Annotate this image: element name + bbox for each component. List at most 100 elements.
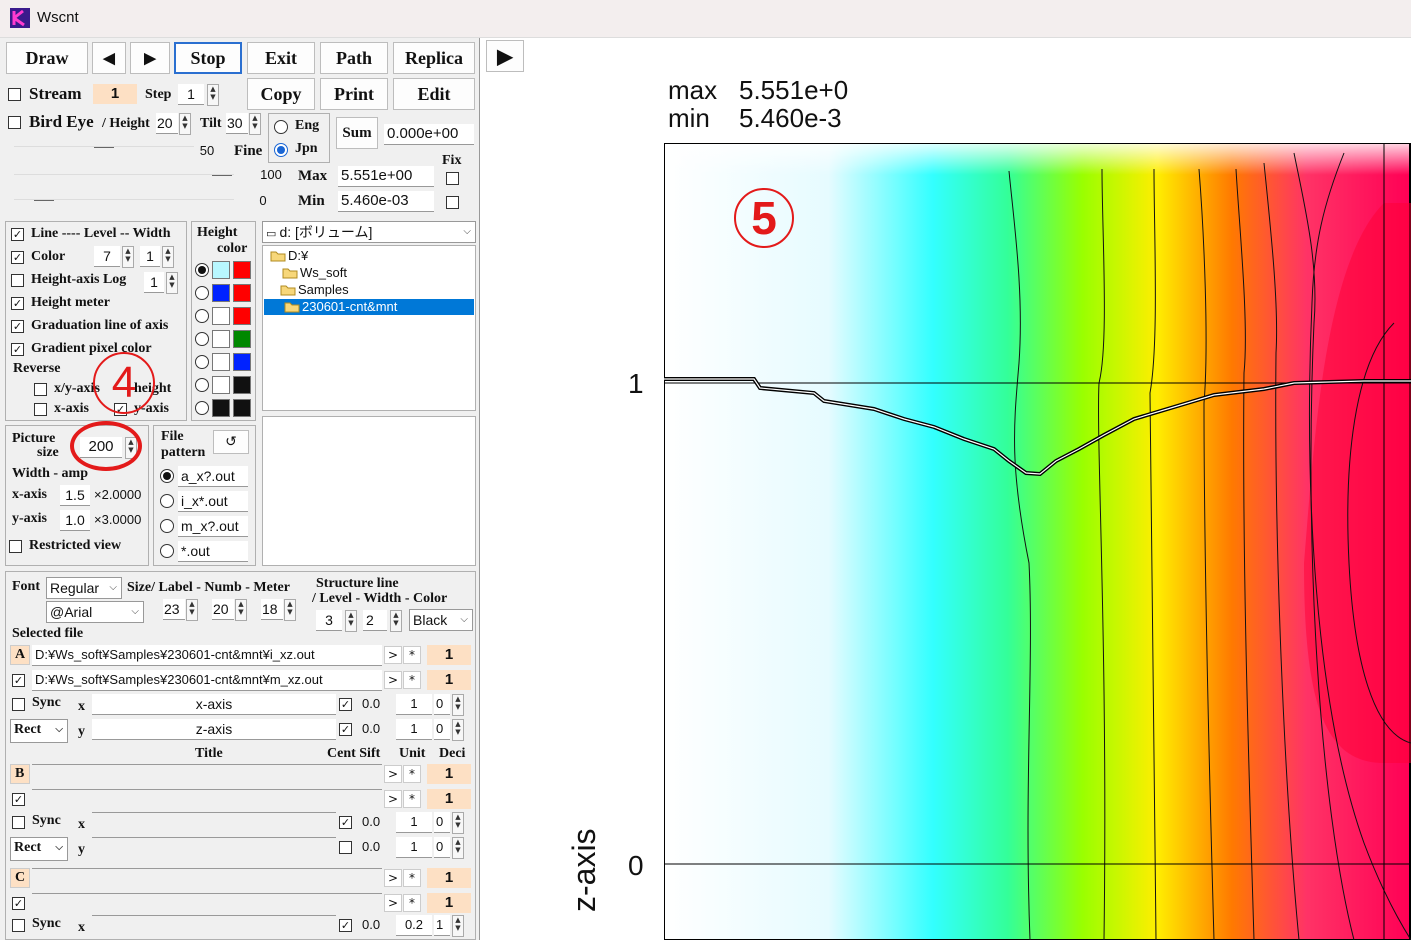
copy-button[interactable]: Copy xyxy=(247,78,315,110)
color-swatch[interactable] xyxy=(233,399,251,417)
max-slider-thumb[interactable] xyxy=(212,175,232,176)
draw-button[interactable]: Draw xyxy=(6,42,88,74)
stop-button[interactable]: Stop xyxy=(174,42,242,74)
line-checkbox[interactable]: ✓ xyxy=(11,228,24,241)
step-input[interactable]: 1 xyxy=(178,84,204,105)
sync-checkbox[interactable] xyxy=(12,919,25,932)
eng-radio[interactable] xyxy=(274,120,288,134)
pattern-input[interactable]: i_x*.out xyxy=(178,491,248,512)
x-amp-input[interactable]: 1.5 xyxy=(60,485,90,506)
color-swatch[interactable] xyxy=(212,261,230,279)
deci-spinner[interactable]: ▲ ▼ xyxy=(452,719,464,741)
browse-button[interactable]: > xyxy=(384,869,402,887)
fix-min-checkbox[interactable] xyxy=(446,196,459,209)
structure-color-select[interactable]: Black ⌵ xyxy=(409,609,473,631)
pattern-input[interactable]: m_x?.out xyxy=(178,516,248,537)
browse-button[interactable]: > xyxy=(384,790,402,808)
size3-spinner[interactable]: ▲ ▼ xyxy=(284,599,296,621)
level-spinner[interactable]: ▲ ▼ xyxy=(122,246,134,268)
height-color-radio[interactable] xyxy=(195,286,209,300)
color-swatch[interactable] xyxy=(233,284,251,302)
play-button[interactable]: ▶ xyxy=(486,40,524,72)
axis-title-input[interactable] xyxy=(92,837,336,838)
file-checkbox[interactable]: ✓ xyxy=(12,897,25,910)
tilt-spinner[interactable]: ▲ ▼ xyxy=(249,113,261,135)
structure-width-input[interactable]: 2 xyxy=(363,610,387,631)
cent-checkbox[interactable]: ✓ xyxy=(339,723,352,736)
pattern-radio[interactable] xyxy=(160,469,174,483)
edit-button[interactable]: Edit xyxy=(393,78,475,110)
color-swatch[interactable] xyxy=(212,376,230,394)
path-button[interactable]: Path xyxy=(320,42,388,74)
width-input[interactable]: 1 xyxy=(140,246,160,267)
min-value[interactable]: 5.460e-03 xyxy=(338,191,434,212)
font-face-select[interactable]: @Arial ⌵ xyxy=(46,601,144,623)
pattern-input[interactable]: a_x?.out xyxy=(178,466,248,487)
color-swatch[interactable] xyxy=(212,284,230,302)
unit-input[interactable]: 0.2 xyxy=(396,915,432,936)
stream-checkbox[interactable] xyxy=(8,88,21,101)
restricted-checkbox[interactable] xyxy=(9,540,22,553)
sum-button[interactable]: Sum xyxy=(336,117,378,149)
file-list[interactable] xyxy=(262,416,476,566)
rect-select[interactable]: Rect ⌵ xyxy=(10,719,68,743)
file-path-input[interactable]: D:¥Ws_soft¥Samples¥230601-cnt&mnt¥i_xz.o… xyxy=(32,645,382,666)
height-color-radio[interactable] xyxy=(195,309,209,323)
deci-input[interactable]: 0 xyxy=(434,812,450,833)
cent-checkbox[interactable] xyxy=(339,841,352,854)
unit-input[interactable]: 1 xyxy=(396,837,432,858)
deci-input[interactable]: 1 xyxy=(434,915,450,936)
prev-button[interactable]: ◀ xyxy=(92,42,126,74)
star-button[interactable]: * xyxy=(403,869,421,887)
log-checkbox[interactable] xyxy=(11,274,24,287)
file-path-input[interactable] xyxy=(32,893,382,894)
fix-max-checkbox[interactable] xyxy=(446,172,459,185)
structure-level-input[interactable]: 3 xyxy=(316,610,342,631)
pattern-radio[interactable] xyxy=(160,494,174,508)
axis-title-input[interactable]: z-axis xyxy=(92,719,336,740)
unit-input[interactable]: 1 xyxy=(396,694,432,715)
unit-input[interactable]: 1 xyxy=(396,812,432,833)
axis-title-input[interactable] xyxy=(92,812,336,813)
deci-spinner[interactable]: ▲ ▼ xyxy=(452,694,464,716)
tree-item[interactable]: Ws_soft xyxy=(300,265,347,280)
color-swatch[interactable] xyxy=(233,376,251,394)
deci-input[interactable]: 0 xyxy=(434,719,450,740)
replica-button[interactable]: Replica xyxy=(393,42,475,74)
tree-item[interactable]: Samples xyxy=(298,282,349,297)
gradient-checkbox[interactable]: ✓ xyxy=(11,343,24,356)
log-input[interactable]: 1 xyxy=(144,272,164,293)
file-checkbox[interactable]: ✓ xyxy=(12,674,25,687)
deci-input[interactable]: 0 xyxy=(434,837,450,858)
unit-input[interactable]: 1 xyxy=(396,719,432,740)
pattern-radio[interactable] xyxy=(160,519,174,533)
file-path-input[interactable]: D:¥Ws_soft¥Samples¥230601-cnt&mnt¥m_xz.o… xyxy=(32,670,382,691)
size3-input[interactable]: 18 xyxy=(261,599,283,620)
height-color-radio[interactable] xyxy=(195,378,209,392)
height-color-radio[interactable] xyxy=(195,355,209,369)
size2-spinner[interactable]: ▲ ▼ xyxy=(235,599,247,621)
height-slider-thumb[interactable] xyxy=(94,147,114,148)
pattern-radio[interactable] xyxy=(160,544,174,558)
xy-checkbox[interactable] xyxy=(34,383,47,396)
max-value[interactable]: 5.551e+00 xyxy=(338,166,434,187)
height-color-radio[interactable] xyxy=(195,401,209,415)
deci-input[interactable]: 0 xyxy=(434,694,450,715)
sync-checkbox[interactable] xyxy=(12,698,25,711)
sync-checkbox[interactable] xyxy=(12,816,25,829)
rect-select[interactable]: Rect ⌵ xyxy=(10,837,68,861)
y-amp-input[interactable]: 1.0 xyxy=(60,510,90,531)
min-slider-thumb[interactable] xyxy=(34,200,54,201)
step-spinner[interactable]: ▲ ▼ xyxy=(207,84,219,106)
axis-title-input[interactable] xyxy=(92,915,336,916)
color-swatch[interactable] xyxy=(233,330,251,348)
color-swatch[interactable] xyxy=(212,353,230,371)
cent-checkbox[interactable]: ✓ xyxy=(339,919,352,932)
width-spinner[interactable]: ▲ ▼ xyxy=(162,246,174,268)
cent-checkbox[interactable]: ✓ xyxy=(339,698,352,711)
size1-spinner[interactable]: ▲ ▼ xyxy=(186,599,198,621)
jpn-radio[interactable] xyxy=(274,143,288,157)
grad-checkbox[interactable]: ✓ xyxy=(11,320,24,333)
browse-button[interactable]: > xyxy=(384,894,402,912)
file-checkbox[interactable]: ✓ xyxy=(12,793,25,806)
